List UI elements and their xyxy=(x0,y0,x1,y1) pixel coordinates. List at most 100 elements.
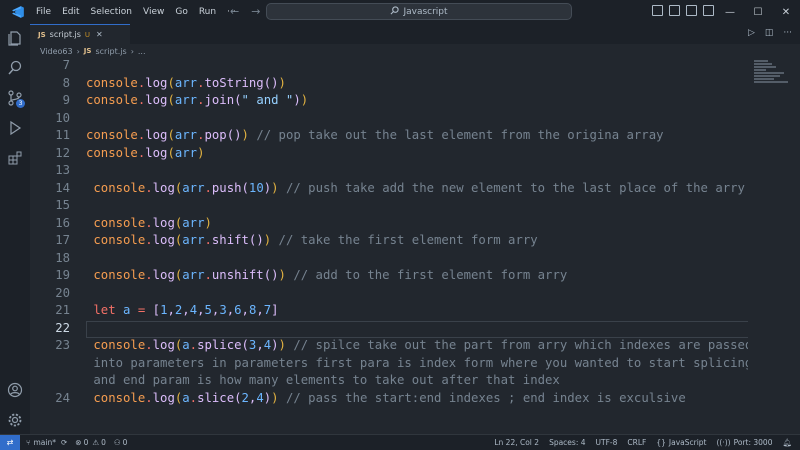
code-line[interactable]: 21 let a = [1,2,4,5,3,6,8,7] xyxy=(30,303,748,321)
ports-icon: ⚇ xyxy=(113,438,121,447)
maximize-icon[interactable]: ☐ xyxy=(744,0,772,24)
code-text: console.log(arr.toString()) xyxy=(86,75,286,90)
notifications-bell-icon[interactable]: 🔔︎ xyxy=(782,438,792,447)
customize-layout-icon[interactable] xyxy=(703,5,714,16)
line-number: 22 xyxy=(55,320,70,335)
toggle-primary-sidebar-icon[interactable] xyxy=(652,5,663,16)
code-line[interactable]: 22 xyxy=(30,321,748,339)
status-position[interactable]: Ln 22, Col 2 xyxy=(494,438,539,447)
menu-run[interactable]: Run xyxy=(199,7,216,17)
braces-icon: {} xyxy=(656,438,666,447)
code-text: console.log(arr.pop()) // pop take out t… xyxy=(86,128,664,142)
code-line[interactable]: 24 console.log(a.slice(2,4)) // pass the… xyxy=(30,391,748,409)
code-line[interactable]: 12 console.log(arr) xyxy=(30,146,748,164)
warning-icon: ⚠ xyxy=(92,438,100,447)
broadcast-icon: ((·)) xyxy=(716,438,731,447)
explorer-icon[interactable] xyxy=(5,28,25,48)
line-number: 20 xyxy=(55,285,70,300)
code-line[interactable]: 15 xyxy=(30,198,748,216)
more-actions-icon[interactable]: ··· xyxy=(783,28,792,38)
back-arrow-icon[interactable]: ← xyxy=(230,5,239,18)
run-file-icon[interactable]: ▷ xyxy=(748,28,755,38)
status-ports[interactable]: 0 xyxy=(123,438,128,447)
branch-icon: ⑂ xyxy=(26,438,31,447)
code-line[interactable]: 14 console.log(arr.push(10)) // push tak… xyxy=(30,181,748,199)
vscode-logo-icon xyxy=(0,5,36,19)
status-spaces[interactable]: Spaces: 4 xyxy=(549,438,585,447)
code-line[interactable]: into parameters in parameters first para… xyxy=(30,356,748,374)
menu-go[interactable]: Go xyxy=(175,7,187,17)
line-number: 8 xyxy=(62,75,70,90)
sync-icon[interactable]: ⟳ xyxy=(61,438,67,447)
source-control-icon[interactable]: 3 xyxy=(5,88,25,108)
line-number: 19 xyxy=(55,268,70,282)
line-number: 10 xyxy=(55,110,70,125)
code-line[interactable]: 16 console.log(arr) xyxy=(30,216,748,234)
code-line[interactable]: 11 console.log(arr.pop()) // pop take out… xyxy=(30,128,748,146)
code-line[interactable]: 13 xyxy=(30,163,748,181)
untracked-badge: U xyxy=(84,30,91,39)
status-port[interactable]: Port: 3000 xyxy=(734,438,773,447)
status-errors[interactable]: 0 xyxy=(84,438,89,447)
breadcrumb-folder[interactable]: Video63 xyxy=(40,47,73,56)
status-bar: ⇄ ⑂ main* ⟳ ⊗ 0 ⚠ 0 ⚇ 0 Ln 22, Col 2 Spa… xyxy=(0,434,800,450)
status-language[interactable]: JavaScript xyxy=(669,438,707,447)
settings-gear-icon[interactable] xyxy=(5,410,25,430)
menu-view[interactable]: View xyxy=(143,7,164,17)
code-line[interactable]: 10 xyxy=(30,111,748,129)
breadcrumb-separator-icon: › xyxy=(130,46,134,56)
search-view-icon[interactable] xyxy=(5,58,25,78)
code-line[interactable]: 17 console.log(arr.shift()) // take the … xyxy=(30,233,748,251)
editor-tabs: JS script.js U ✕ ▷ ◫ ··· xyxy=(30,24,800,44)
minimize-icon[interactable]: — xyxy=(716,0,744,24)
tab-script-js[interactable]: JS script.js U ✕ xyxy=(30,24,130,44)
status-branch[interactable]: main* xyxy=(34,438,57,447)
extensions-icon[interactable] xyxy=(5,148,25,168)
status-eol[interactable]: CRLF xyxy=(627,438,646,447)
nav-arrows: ← → xyxy=(230,5,260,18)
account-icon[interactable] xyxy=(5,380,25,400)
remote-indicator-icon[interactable]: ⇄ xyxy=(0,434,20,450)
close-tab-icon[interactable]: ✕ xyxy=(96,30,103,39)
code-text: console.log(arr) xyxy=(93,215,212,230)
command-center-search[interactable]: Javascript xyxy=(266,3,572,20)
toggle-panel-icon[interactable] xyxy=(669,5,680,16)
line-number: 9 xyxy=(62,93,70,107)
menu-selection[interactable]: Selection xyxy=(91,7,132,17)
search-text: Javascript xyxy=(403,6,448,17)
breadcrumb-more[interactable]: ... xyxy=(138,47,146,56)
breadcrumb-file[interactable]: script.js xyxy=(95,47,126,56)
line-number: 15 xyxy=(55,198,70,212)
code-line[interactable]: 7 xyxy=(30,58,748,76)
code-line[interactable]: 8 console.log(arr.toString()) xyxy=(30,76,748,94)
breadcrumb: Video63 › JS script.js › ... xyxy=(40,44,146,58)
status-encoding[interactable]: UTF-8 xyxy=(596,438,618,447)
code-line[interactable]: 19 console.log(arr.unshift()) // add to … xyxy=(30,268,748,286)
code-line[interactable]: 9 console.log(arr.join(" and ")) xyxy=(30,93,748,111)
status-warnings[interactable]: 0 xyxy=(101,438,106,447)
toggle-secondary-sidebar-icon[interactable] xyxy=(686,5,697,16)
line-number: 17 xyxy=(55,233,70,247)
minimap[interactable] xyxy=(750,58,800,434)
code-line[interactable]: 20 xyxy=(30,286,748,304)
source-control-badge: 3 xyxy=(16,99,25,108)
menu-file[interactable]: File xyxy=(36,7,51,17)
code-line[interactable]: 23 console.log(a.splice(3,4)) // spilce … xyxy=(30,338,748,356)
editor-actions: ▷ ◫ ··· xyxy=(748,28,792,38)
code-line[interactable]: 18 xyxy=(30,251,748,269)
run-debug-icon[interactable] xyxy=(5,118,25,138)
code-text: console.log(a.splice(3,4)) // spilce tak… xyxy=(93,338,748,352)
forward-arrow-icon[interactable]: → xyxy=(251,5,260,18)
line-number: 23 xyxy=(55,338,70,352)
code-editor[interactable]: 7 8 console.log(arr.toString()) 9 console.lo… xyxy=(30,58,748,434)
code-text: console.log(arr) xyxy=(86,145,205,160)
line-number: 14 xyxy=(55,180,70,195)
close-window-icon[interactable]: ✕ xyxy=(772,0,800,24)
line-number: 11 xyxy=(55,128,70,142)
split-editor-icon[interactable]: ◫ xyxy=(765,28,774,38)
menu-edit[interactable]: Edit xyxy=(62,7,79,17)
code-text: and end param is how many elements to ta… xyxy=(86,373,560,387)
code-line[interactable]: and end param is how many elements to ta… xyxy=(30,373,748,391)
code-text: console.log(arr.push(10)) // push take a… xyxy=(93,180,745,195)
line-number: 21 xyxy=(55,303,70,317)
